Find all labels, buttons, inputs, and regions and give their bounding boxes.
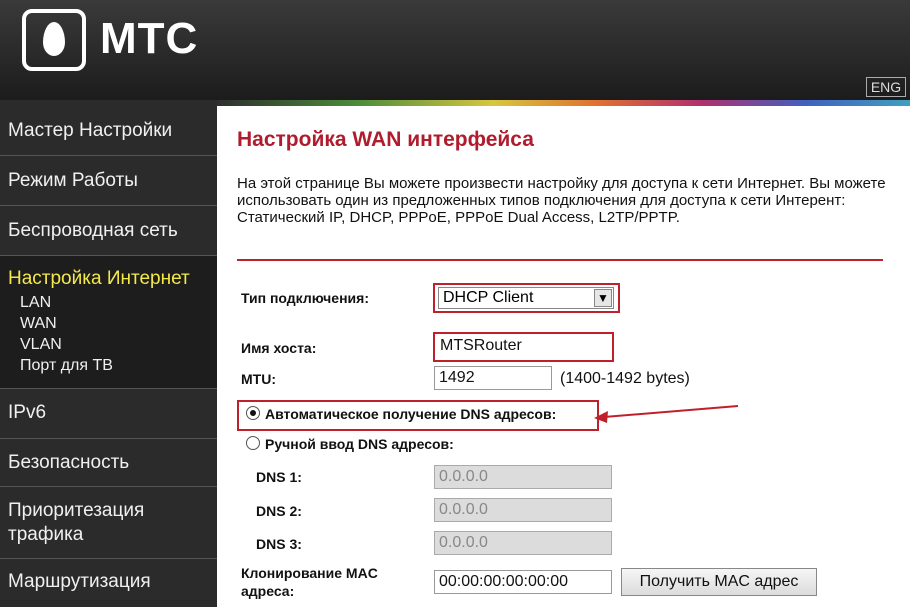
arrow-icon xyxy=(594,405,739,423)
hostname-input[interactable]: MTSRouter xyxy=(436,335,610,359)
sidebar-item-internet[interactable]: Настройка Интернет LAN WAN VLAN Порт для… xyxy=(0,256,217,389)
sidebar-item-traffic-priority[interactable]: Приоритезация трафика xyxy=(0,487,217,559)
header-divider xyxy=(215,100,910,106)
sidebar-item-mode[interactable]: Режим Работы xyxy=(0,156,217,206)
mtu-hint: (1400-1492 bytes) xyxy=(560,370,690,387)
connection-type-select[interactable]: DHCP Client ▼ xyxy=(438,287,614,309)
mtu-label: MTU: xyxy=(241,371,276,387)
sidebar: Мастер Настройки Режим Работы Беспроводн… xyxy=(0,100,217,607)
dns-auto-label: Автоматическое получение DNS адресов: xyxy=(265,406,557,422)
mtu-input[interactable]: 1492 xyxy=(434,366,552,390)
sidebar-item-ipv6[interactable]: IPv6 xyxy=(0,389,217,439)
mac-clone-label-2: адреса: xyxy=(241,583,295,599)
dns2-label: DNS 2: xyxy=(256,503,302,519)
page-description: На этой странице Вы можете произвести на… xyxy=(237,175,886,226)
divider xyxy=(237,259,883,261)
sidebar-item-security[interactable]: Безопасность xyxy=(0,439,217,487)
dns-auto-radio[interactable] xyxy=(246,406,260,420)
dns-manual-radio[interactable] xyxy=(246,436,260,450)
mac-input[interactable]: 00:00:00:00:00:00 xyxy=(434,570,612,594)
sidebar-subitem-tv-port[interactable]: Порт для ТВ xyxy=(20,357,113,375)
header: МТС ENG xyxy=(0,0,910,100)
sidebar-item-wizard[interactable]: Мастер Настройки xyxy=(0,108,217,156)
dns-manual-label: Ручной ввод DNS адресов: xyxy=(265,436,454,452)
sidebar-subitem-lan[interactable]: LAN xyxy=(20,294,51,312)
dns1-input[interactable]: 0.0.0.0 xyxy=(434,465,612,489)
brand-name: МТС xyxy=(100,14,199,63)
sidebar-item-wireless[interactable]: Беспроводная сеть xyxy=(0,206,217,256)
sidebar-subitem-wan[interactable]: WAN xyxy=(20,315,57,333)
dns3-input[interactable]: 0.0.0.0 xyxy=(434,531,612,555)
chevron-down-icon[interactable]: ▼ xyxy=(594,289,612,307)
mts-logo-icon xyxy=(22,9,86,71)
get-mac-button[interactable]: Получить MAC адрес xyxy=(621,568,817,596)
dns2-input[interactable]: 0.0.0.0 xyxy=(434,498,612,522)
sidebar-item-routing[interactable]: Маршрутизация xyxy=(0,559,217,607)
page-title: Настройка WAN интерфейса xyxy=(237,128,534,151)
mac-clone-label: Клонирование MAC xyxy=(241,565,378,581)
language-button[interactable]: ENG xyxy=(866,77,906,97)
hostname-label: Имя хоста: xyxy=(241,340,317,356)
dns1-label: DNS 1: xyxy=(256,469,302,485)
connection-type-label: Тип подключения: xyxy=(241,290,369,306)
dns3-label: DNS 3: xyxy=(256,536,302,552)
sidebar-subitem-vlan[interactable]: VLAN xyxy=(20,336,62,354)
